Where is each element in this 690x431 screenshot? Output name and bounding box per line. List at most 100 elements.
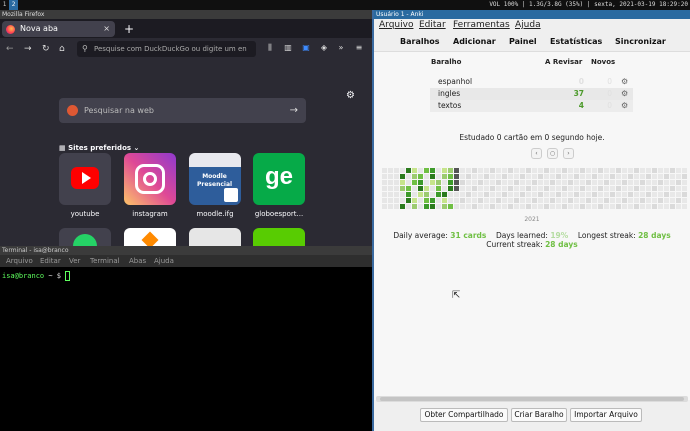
menu-ferramentas[interactable]: Ferramentas [453,19,510,32]
heatmap-cell[interactable] [490,168,495,173]
heatmap-cell[interactable] [502,186,507,191]
heatmap-cell[interactable] [622,180,627,185]
heatmap-cell[interactable] [580,180,585,185]
heatmap-cell[interactable] [484,180,489,185]
heatmap-cell[interactable] [508,168,513,173]
heatmap-cell[interactable] [406,198,411,203]
heatmap-cell[interactable] [682,174,687,179]
heatmap-cell[interactable] [568,192,573,197]
heatmap-cell[interactable] [400,204,405,209]
heatmap-cell[interactable] [652,174,657,179]
heatmap-cell[interactable] [658,192,663,197]
heatmap-cell[interactable] [670,180,675,185]
heatmap-cell[interactable] [406,204,411,209]
heatmap-cell[interactable] [478,174,483,179]
heatmap-cell[interactable] [592,186,597,191]
horizontal-scrollbar[interactable] [376,396,688,402]
heatmap-cell[interactable] [646,204,651,209]
heatmap-cell[interactable] [574,204,579,209]
heatmap-cell[interactable] [538,192,543,197]
heatmap-cell[interactable] [424,174,429,179]
heatmap-cell[interactable] [646,168,651,173]
heatmap-cell[interactable] [508,180,513,185]
heatmap-cell[interactable] [484,198,489,203]
heatmap-cell[interactable] [556,186,561,191]
heatmap-cell[interactable] [634,174,639,179]
heatmap-cell[interactable] [556,174,561,179]
heatmap-cell[interactable] [412,204,417,209]
heatmap-cell[interactable] [460,168,465,173]
heatmap-cell[interactable] [388,192,393,197]
menu-icon[interactable]: ≡ [354,43,364,53]
heatmap-cell[interactable] [586,186,591,191]
heatmap-cell[interactable] [478,186,483,191]
heatmap-cell[interactable] [526,198,531,203]
heatmap-cell[interactable] [682,168,687,173]
heatmap-cell[interactable] [646,186,651,191]
menu-ver[interactable]: Ver [69,255,80,267]
heatmap-cell[interactable] [412,186,417,191]
site-tile-whatsapp[interactable] [59,228,111,246]
heatmap-cell[interactable] [430,198,435,203]
heatmap-cell[interactable] [556,168,561,173]
heatmap-cell[interactable] [664,192,669,197]
forward-icon[interactable]: → [24,42,32,56]
heatmap-cell[interactable] [430,168,435,173]
heatmap-cell[interactable] [394,174,399,179]
heatmap-cell[interactable] [406,180,411,185]
heatmap-cell[interactable] [676,186,681,191]
menu-editar[interactable]: Editar [40,255,61,267]
heatmap-cell[interactable] [592,192,597,197]
heatmap-cell[interactable] [448,174,453,179]
heatmap-cell[interactable] [682,186,687,191]
heatmap-cell[interactable] [532,192,537,197]
heatmap-cell[interactable] [616,192,621,197]
heatmap-cell[interactable] [658,204,663,209]
heatmap-cell[interactable] [598,168,603,173]
heatmap-cell[interactable] [610,204,615,209]
heatmap-cell[interactable] [394,198,399,203]
heatmap-cell[interactable] [664,204,669,209]
heatmap-cell[interactable] [484,174,489,179]
heatmap-cell[interactable] [472,168,477,173]
heatmap-cell[interactable] [502,192,507,197]
tab-nova-aba[interactable]: Nova aba × [2,21,115,37]
heatmap-cell[interactable] [382,198,387,203]
heatmap-cell[interactable] [454,204,459,209]
heatmap-cell[interactable] [610,198,615,203]
heatmap-cell[interactable] [604,204,609,209]
heatmap-cell[interactable] [676,180,681,185]
site-tile-instagram[interactable]: instagram [124,153,176,218]
heatmap-cell[interactable] [676,192,681,197]
heatmap-cell[interactable] [388,168,393,173]
heatmap-cell[interactable] [562,168,567,173]
heatmap-cell[interactable] [508,204,513,209]
heatmap-cell[interactable] [616,174,621,179]
heatmap-cell[interactable] [652,204,657,209]
deck-name[interactable]: textos [438,100,461,112]
heatmap-cell[interactable] [640,198,645,203]
heatmap-cell[interactable] [460,192,465,197]
heatmap-cell[interactable] [610,174,615,179]
heatmap-cell[interactable] [436,180,441,185]
heatmap-cell[interactable] [664,180,669,185]
heatmap-cell[interactable] [400,168,405,173]
deck-name[interactable]: espanhol [438,76,472,88]
heatmap-cell[interactable] [550,168,555,173]
heatmap-cell[interactable] [658,174,663,179]
heatmap-cell[interactable] [424,186,429,191]
menu-editar[interactable]: Editar [419,19,446,32]
heatmap-cell[interactable] [646,174,651,179]
heatmap-cell[interactable] [502,174,507,179]
heatmap-cell[interactable] [556,198,561,203]
heatmap-cell[interactable] [616,198,621,203]
heatmap-cell[interactable] [598,186,603,191]
heatmap-cell[interactable] [616,168,621,173]
heatmap-cell[interactable] [406,168,411,173]
heatmap-cell[interactable] [478,198,483,203]
heatmap-cell[interactable] [430,180,435,185]
heatmap-cell[interactable] [382,192,387,197]
heatmap-cell[interactable] [658,168,663,173]
import-file-button[interactable]: Importar Arquivo [570,408,642,422]
heatmap-cell[interactable] [400,180,405,185]
